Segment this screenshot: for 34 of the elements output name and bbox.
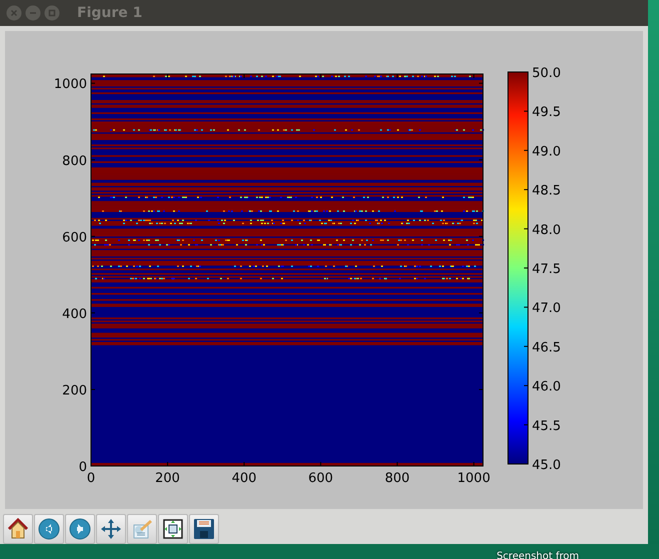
x-axis-tick-label: 800 (384, 471, 410, 486)
frame-arrows-icon (161, 517, 185, 541)
colorbar-tick-label: 46.0 (532, 380, 561, 395)
save-button[interactable] (189, 514, 219, 544)
x-axis-tick-label: 600 (308, 471, 334, 486)
home-button[interactable] (3, 514, 33, 544)
y-axis-tick-label: 0 (78, 460, 87, 475)
back-button[interactable] (34, 514, 64, 544)
colorbar-tick-label: 49.0 (532, 144, 561, 160)
frame-button[interactable] (158, 514, 188, 544)
y-axis-tick-label: 400 (62, 306, 87, 322)
window-title: Figure 1 (77, 5, 142, 21)
desktop-icon-label[interactable]: Screenshot from (496, 551, 579, 559)
y-axis-tick-label: 1000 (54, 77, 87, 92)
x-axis-tick-label: 200 (155, 471, 180, 486)
x-axis-tick-label: 0 (86, 471, 96, 486)
forward-button[interactable] (65, 514, 95, 544)
y-axis-tick-label: 600 (62, 230, 87, 246)
colorbar-tick-label: 50.0 (532, 66, 561, 81)
colorbar-tick-label: 47.5 (532, 262, 561, 277)
colorbar-tick-label: 48.5 (532, 184, 561, 199)
move-arrows-icon (99, 517, 123, 541)
x-axis-tick-label: 1000 (457, 471, 490, 486)
colorbar-tick-label: 49.5 (532, 105, 561, 120)
colorbar-tick-label: 45.0 (532, 458, 561, 473)
x-axis-tick-label: 400 (232, 471, 257, 486)
colorbar-tick-label: 46.5 (532, 340, 561, 356)
colorbar-tick-label: 47.0 (532, 301, 561, 316)
y-axis-tick-label: 800 (62, 154, 87, 169)
colorbar-tick-label: 48.0 (532, 222, 561, 238)
pan-button[interactable] (96, 514, 126, 544)
home-icon (6, 517, 30, 541)
y-axis-tick-label: 200 (62, 383, 87, 398)
colorbar-tick-label: 45.5 (532, 418, 561, 434)
